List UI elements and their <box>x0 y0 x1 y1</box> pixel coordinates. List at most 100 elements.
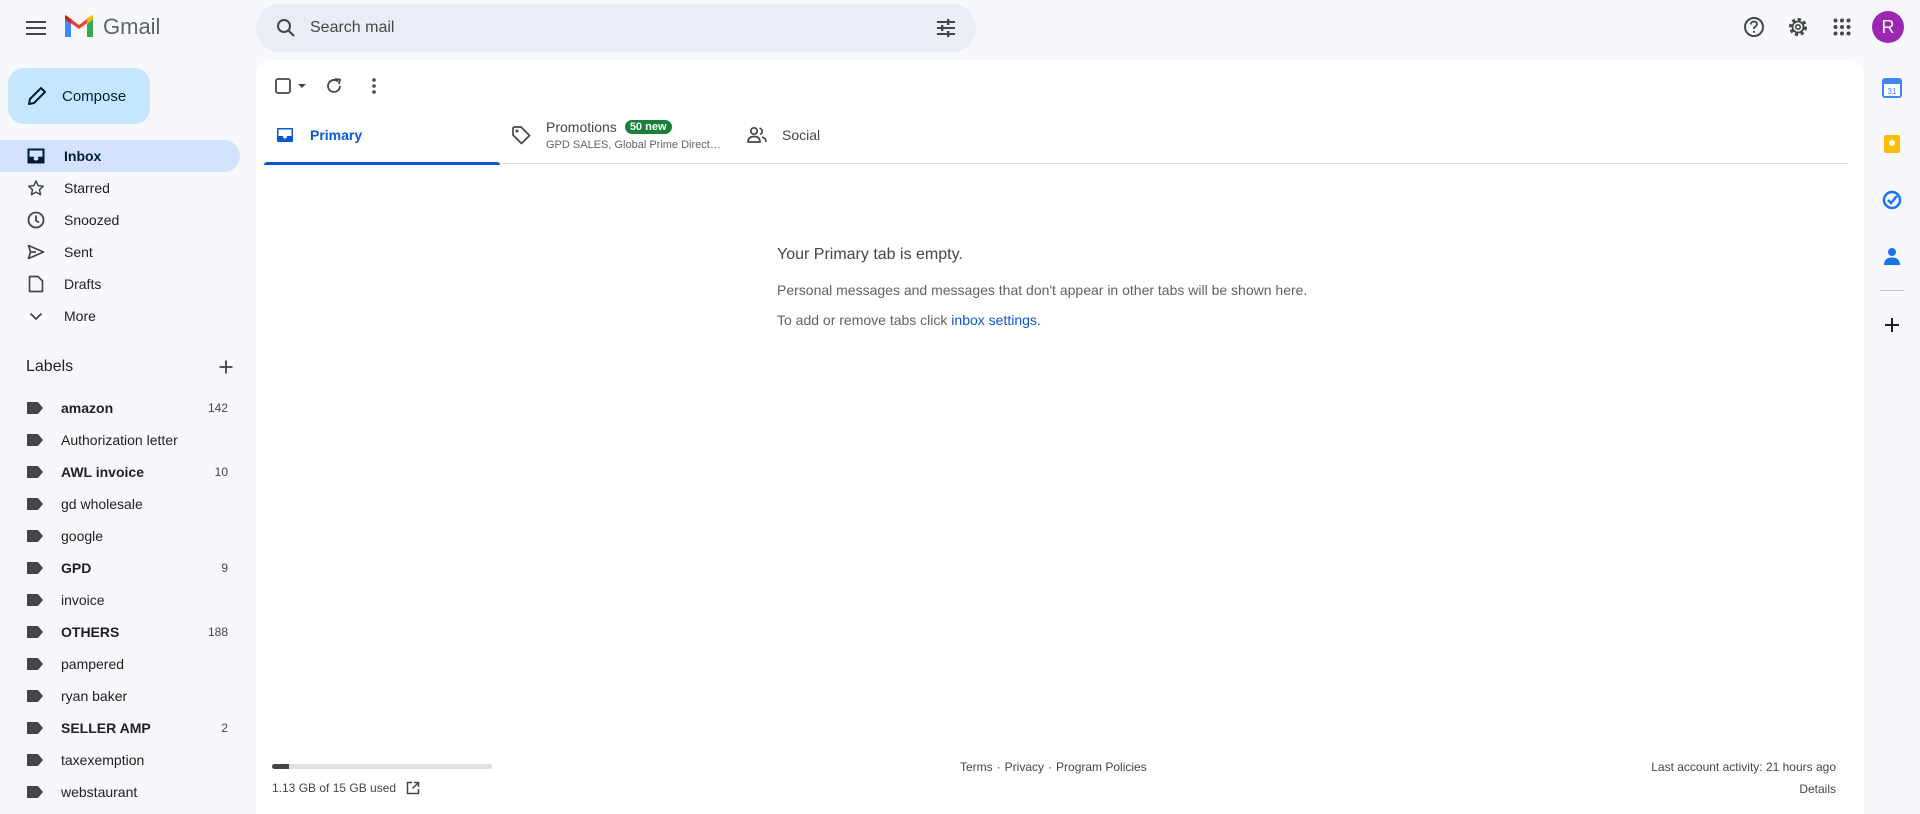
account-avatar[interactable]: R <box>1872 11 1904 43</box>
details-link[interactable]: Details <box>1651 782 1836 796</box>
empty-title: Your Primary tab is empty. <box>777 246 963 263</box>
label-name: webstaurant <box>61 784 138 800</box>
new-count-badge: 50 new <box>624 120 672 134</box>
label-icon <box>27 530 43 542</box>
toolbar <box>272 72 400 100</box>
label-item[interactable]: webstaurant <box>0 776 240 808</box>
empty-hint: To add or remove tabs click inbox settin… <box>777 312 1041 328</box>
top-right-controls: R <box>1730 7 1920 47</box>
keep-icon[interactable] <box>1864 116 1920 172</box>
more-vert-icon[interactable] <box>360 72 388 100</box>
label-count: 9 <box>221 561 228 575</box>
privacy-link[interactable]: Privacy <box>1005 760 1044 774</box>
help-icon[interactable] <box>1734 7 1774 47</box>
contacts-icon[interactable] <box>1864 228 1920 284</box>
nav-item-sent[interactable]: Sent <box>0 236 240 268</box>
label-name: SELLER AMP <box>61 720 151 736</box>
label-name: AWL invoice <box>61 464 144 480</box>
nav-item-starred[interactable]: Starred <box>0 172 240 204</box>
label-name: google <box>61 528 104 544</box>
svg-text:31: 31 <box>1888 87 1897 96</box>
labels-title: Labels <box>26 358 74 375</box>
send-icon <box>26 242 46 262</box>
label-item[interactable]: amazon 142 <box>0 392 240 424</box>
hamburger-icon <box>26 21 46 35</box>
label-item[interactable]: taxexemption <box>0 744 240 776</box>
search-bar[interactable]: Search mail <box>256 4 976 52</box>
refresh-icon[interactable] <box>320 72 348 100</box>
label-name: OTHERS <box>61 624 120 640</box>
promotions-senders: GPD SALES, Global Prime Direct… <box>546 139 721 151</box>
label-item[interactable]: SELLER AMP 2 <box>0 712 240 744</box>
settings-gear-icon[interactable] <box>1778 7 1818 47</box>
calendar-icon[interactable]: 31 <box>1864 60 1920 116</box>
pencil-icon <box>28 87 46 105</box>
label-name: GPD <box>61 560 92 576</box>
label-item[interactable]: invoice <box>0 584 240 616</box>
label-item[interactable]: gd wholesale <box>0 488 240 520</box>
main-menu-button[interactable] <box>17 9 55 47</box>
terms-link[interactable]: Terms <box>960 760 993 774</box>
label-name: Authorization letter <box>61 432 178 448</box>
get-addons-icon[interactable] <box>1864 297 1920 353</box>
compose-label: Compose <box>62 87 127 105</box>
label-icon <box>27 690 43 702</box>
search-icon[interactable] <box>268 10 304 46</box>
nav-item-snoozed[interactable]: Snoozed <box>0 204 240 236</box>
open-external-icon[interactable] <box>406 781 420 795</box>
tab-primary[interactable]: Primary <box>264 106 500 165</box>
tab-social[interactable]: Social <box>736 106 972 164</box>
label-count: 10 <box>214 465 228 479</box>
label-icon <box>27 402 43 414</box>
label-item[interactable]: Authorization letter <box>0 424 240 456</box>
label-item[interactable]: GPD 9 <box>0 552 240 584</box>
label-icon <box>27 562 43 574</box>
primary-inbox-icon <box>274 124 296 146</box>
label-icon <box>27 466 43 478</box>
app-name: Gmail <box>103 14 161 39</box>
gmail-logo[interactable]: Gmail <box>63 14 160 40</box>
side-panel-divider <box>1880 290 1904 291</box>
label-item[interactable]: OTHERS 188 <box>0 616 240 648</box>
label-item[interactable]: ryan baker <box>0 680 240 712</box>
label-count: 188 <box>207 625 228 639</box>
nav-item-drafts[interactable]: Drafts <box>0 268 240 300</box>
label-icon <box>27 722 43 734</box>
select-checkbox[interactable] <box>272 72 312 100</box>
search-options-icon[interactable] <box>928 10 964 46</box>
program-policies-link[interactable]: Program Policies <box>1056 760 1147 774</box>
empty-description: Personal messages and messages that don'… <box>777 282 1308 298</box>
apps-grid-icon[interactable] <box>1822 7 1862 47</box>
label-item[interactable]: AWL invoice 10 <box>0 456 240 488</box>
nav-item-inbox[interactable]: Inbox <box>0 140 240 172</box>
label-icon <box>27 594 43 606</box>
add-label-icon[interactable] <box>218 359 234 375</box>
label-icon <box>27 498 43 510</box>
label-name: gd wholesale <box>61 496 143 512</box>
storage-text: 1.13 GB of 15 GB used <box>272 781 397 795</box>
draft-icon <box>26 274 46 294</box>
search-input[interactable]: Search mail <box>310 19 928 37</box>
tag-icon <box>510 124 532 146</box>
label-name: ryan baker <box>61 688 128 704</box>
star-icon <box>26 178 46 198</box>
inbox-settings-link[interactable]: inbox settings <box>951 312 1037 328</box>
empty-state: Your Primary tab is empty. Personal mess… <box>777 246 1307 328</box>
storage-bar-fill <box>272 764 289 769</box>
main-nav: Inbox Starred Snoozed Sent Drafts More <box>0 140 240 332</box>
storage-bar <box>272 764 492 769</box>
label-name: pampered <box>61 656 125 672</box>
label-count: 142 <box>207 401 228 415</box>
storage-meter: 1.13 GB of 15 GB used <box>272 764 492 795</box>
label-item[interactable]: pampered <box>0 648 240 680</box>
side-panel: 31 <box>1864 60 1920 814</box>
label-name: taxexemption <box>61 752 145 768</box>
nav-item-more[interactable]: More <box>0 300 240 332</box>
tab-promotions[interactable]: Promotions 50 new GPD SALES, Global Prim… <box>500 106 736 164</box>
account-activity: Last account activity: 21 hours ago Deta… <box>1651 760 1836 796</box>
tasks-icon[interactable] <box>1864 172 1920 228</box>
compose-button[interactable]: Compose <box>8 68 150 124</box>
label-item[interactable]: google <box>0 520 240 552</box>
gmail-m-icon <box>65 15 93 37</box>
category-tabs: Primary Promotions 50 new GPD SALES, Glo… <box>264 106 1848 165</box>
